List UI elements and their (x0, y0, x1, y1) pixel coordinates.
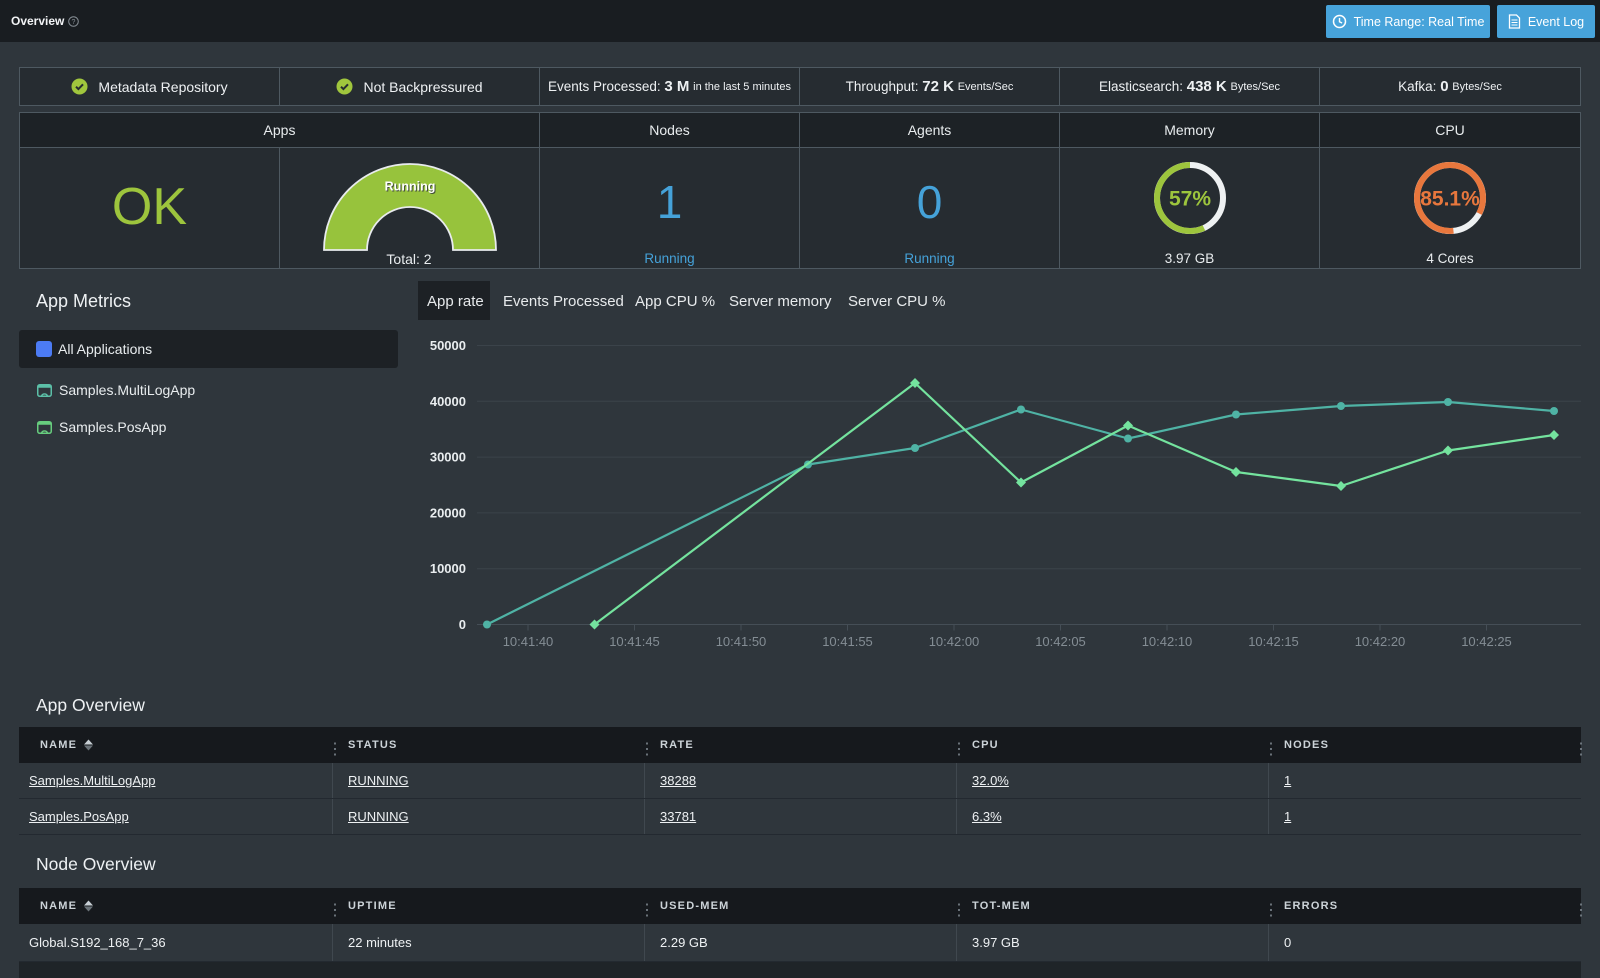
svg-text:Running: Running (385, 180, 436, 194)
svg-text:10:41:45: 10:41:45 (609, 634, 660, 649)
svg-text:10:42:00: 10:42:00 (929, 634, 980, 649)
svg-text:85.1%: 85.1% (1420, 188, 1480, 211)
svg-text:10:42:25: 10:42:25 (1461, 634, 1512, 649)
svg-text:10:41:40: 10:41:40 (503, 634, 554, 649)
svg-text:10:42:20: 10:42:20 (1355, 634, 1406, 649)
svg-text:10:42:10: 10:42:10 (1142, 634, 1193, 649)
svg-text:40000: 40000 (430, 394, 466, 409)
svg-text:?: ? (72, 19, 76, 26)
svg-text:10000: 10000 (430, 561, 466, 576)
svg-text:57%: 57% (1169, 188, 1211, 211)
svg-text:50000: 50000 (430, 338, 466, 353)
svg-text:0: 0 (459, 617, 466, 632)
svg-text:10:42:15: 10:42:15 (1248, 634, 1299, 649)
svg-text:30000: 30000 (430, 450, 466, 465)
svg-text:20000: 20000 (430, 505, 466, 520)
svg-text:10:41:50: 10:41:50 (716, 634, 767, 649)
svg-text:10:41:55: 10:41:55 (822, 634, 873, 649)
svg-text:10:42:05: 10:42:05 (1035, 634, 1086, 649)
